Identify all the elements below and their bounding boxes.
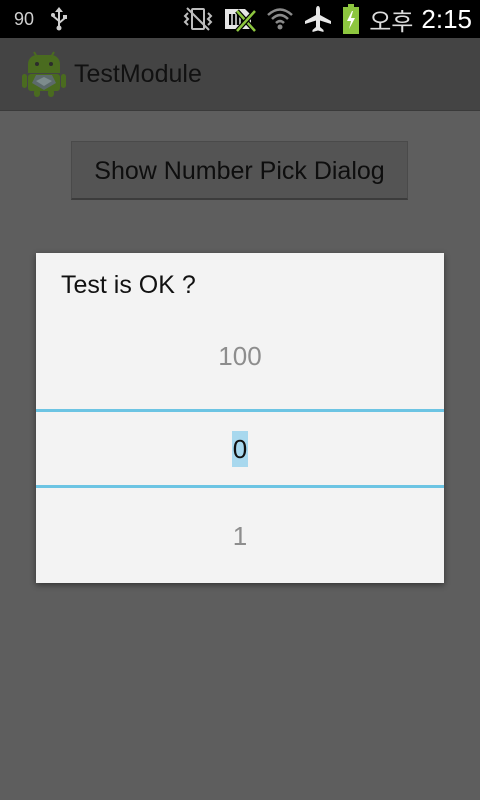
- notification-count: 90: [14, 8, 35, 29]
- picker-divider-bottom: [36, 485, 444, 488]
- wifi-icon: [267, 6, 294, 32]
- dialog-title: Test is OK ?: [61, 271, 196, 299]
- no-sim-icon: [223, 5, 258, 33]
- picker-next-value[interactable]: 1: [36, 521, 444, 552]
- picker-current-value-input[interactable]: 0: [231, 430, 249, 467]
- status-left-group: 90: [14, 0, 68, 38]
- android-icon: [22, 51, 66, 97]
- airplane-icon: [303, 5, 333, 33]
- action-bar: TestModule: [0, 38, 480, 111]
- show-number-pick-dialog-button[interactable]: Show Number Pick Dialog: [71, 141, 408, 200]
- picker-selection-area: 0: [36, 412, 444, 485]
- app-title: TestModule: [74, 60, 202, 88]
- number-pick-dialog: Test is OK ? 100 0 1: [36, 253, 444, 583]
- status-ampm: 오후: [369, 8, 414, 36]
- usb-icon: [50, 7, 68, 31]
- status-right-group: 오후 2:15: [183, 0, 472, 38]
- picker-previous-value[interactable]: 100: [36, 341, 444, 372]
- battery-charging-icon: [343, 4, 360, 34]
- status-time: 2:15: [421, 3, 472, 34]
- status-bar: 90 오후 2:15: [0, 0, 480, 38]
- vibrate-mute-icon: [183, 6, 213, 32]
